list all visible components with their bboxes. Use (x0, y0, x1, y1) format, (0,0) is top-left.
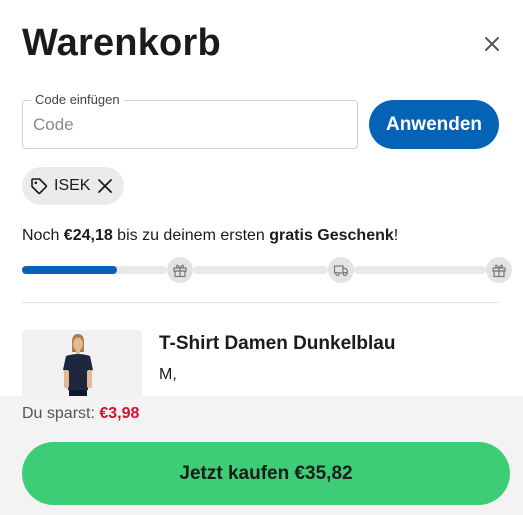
tag-icon (31, 178, 48, 195)
gift-progress-suffix: ! (393, 227, 399, 244)
remove-coupon-icon[interactable] (96, 177, 114, 195)
progress-track-segment-3 (354, 266, 486, 274)
savings-label: Du sparst: (22, 405, 100, 422)
milestone-free-shipping (328, 257, 354, 283)
close-icon[interactable] (481, 33, 503, 55)
coupon-code-label: Code einfügen (31, 92, 124, 108)
page-title: Warenkorb (22, 22, 221, 64)
progress-fill (22, 266, 117, 274)
coupon-code-field: Code einfügen (22, 92, 358, 149)
product-name[interactable]: T-Shirt Damen Dunkelblau (159, 332, 395, 356)
savings-summary: Du sparst: €3,98 (22, 404, 139, 424)
gift-icon (173, 264, 187, 278)
progress-track-segment-2 (193, 266, 328, 274)
delivery-truck-icon (333, 265, 349, 277)
checkout-button[interactable]: Jetzt kaufen €35,82 (22, 442, 510, 505)
apply-coupon-button[interactable]: Anwenden (369, 100, 499, 149)
divider (22, 302, 499, 303)
gift-progress-middle: bis zu deinem ersten (112, 227, 270, 244)
gift-progress-amount: €24,18 (63, 227, 113, 244)
milestone-gift-1 (167, 257, 193, 283)
product-variant: M, (159, 366, 177, 383)
gift-progress-prefix: Noch (22, 227, 64, 244)
savings-amount: €3,98 (99, 405, 140, 422)
gift-progress-message: Noch €24,18 bis zu deinem ersten gratis … (22, 226, 398, 246)
applied-coupon-chip: ISEK (22, 167, 125, 205)
milestone-gift-2 (486, 257, 512, 283)
gift-icon (492, 264, 506, 278)
coupon-code-text: ISEK (54, 177, 91, 194)
gift-progress-emphasis: gratis Geschenk (269, 227, 394, 244)
coupon-code-input[interactable] (33, 113, 343, 137)
